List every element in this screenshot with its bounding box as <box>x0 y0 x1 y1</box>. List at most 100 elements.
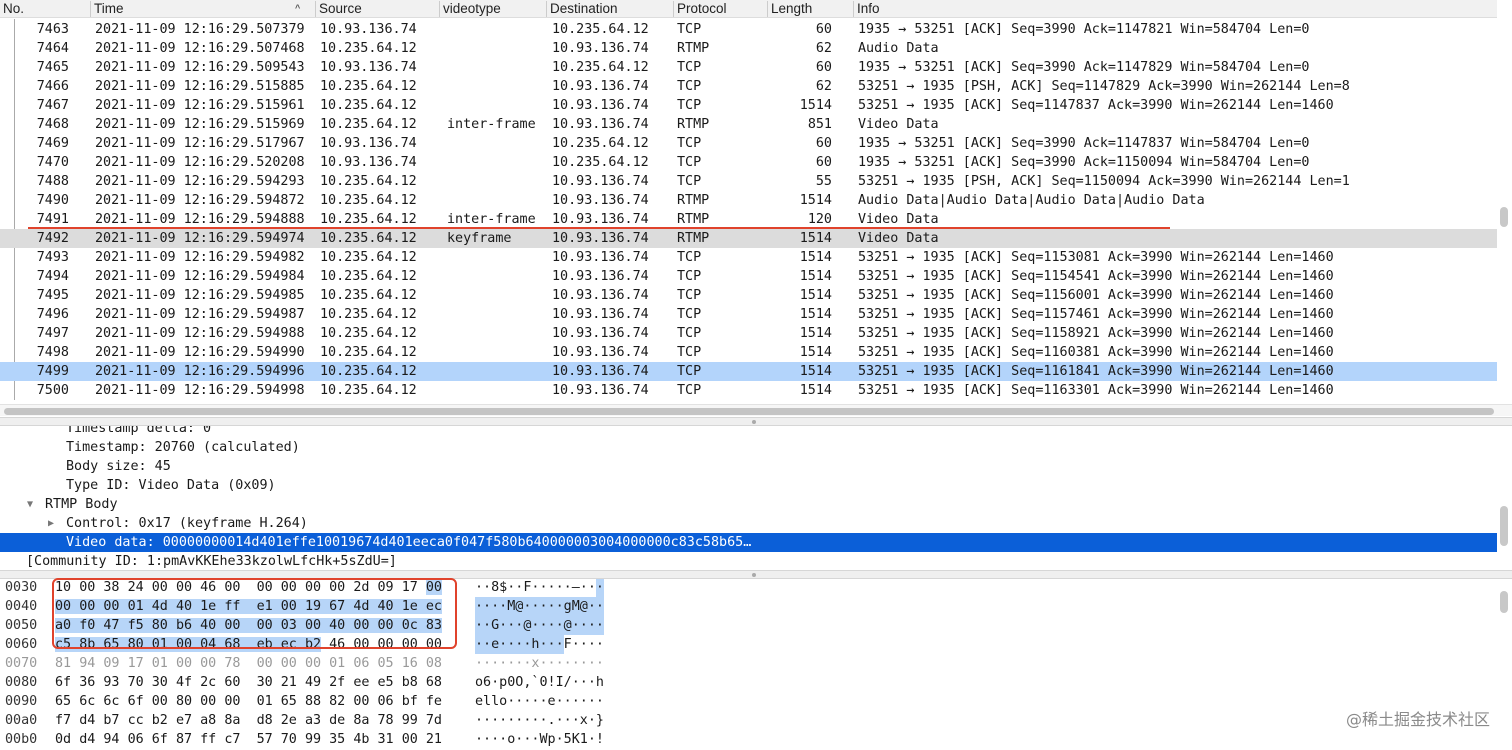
hex-byte[interactable]: 65 <box>281 694 297 709</box>
bytes-row[interactable]: 00b0 0d d4 94 06 6f 87 ff c7 57 70 99 35 … <box>0 730 1497 749</box>
packet-row[interactable]: 7493 2021-11-09 12:16:29.594982 10.235.64.… <box>0 248 1497 267</box>
hex-byte[interactable]: 2f <box>329 675 345 690</box>
hex-byte[interactable]: d4 <box>79 732 95 747</box>
packet-row[interactable]: 7469 2021-11-09 12:16:29.517967 10.93.136.… <box>0 134 1497 153</box>
hex-byte[interactable]: 65 <box>55 694 71 709</box>
hex-byte[interactable]: 0d <box>55 732 71 747</box>
packet-row[interactable]: 7490 2021-11-09 12:16:29.594872 10.235.64.… <box>0 191 1497 210</box>
ascii-bytes[interactable]: o6·p0O,`0!I/···h <box>475 673 604 692</box>
packet-list-scrollbar[interactable] <box>1500 207 1508 227</box>
ascii-bytes[interactable]: ello·····e······ <box>475 692 604 711</box>
column-no[interactable]: No. <box>0 1 24 17</box>
packet-row[interactable]: 7470 2021-11-09 12:16:29.520208 10.93.136.… <box>0 153 1497 172</box>
column-videotype[interactable]: videotype <box>439 1 501 17</box>
hex-bytes[interactable]: 6f 36 93 70 30 4f 2c 60 30 21 49 2f ee e… <box>55 673 442 692</box>
detail-row[interactable]: Video data: 00000000014d401effe10019674d… <box>0 533 1497 552</box>
packet-row[interactable]: 7500 2021-11-09 12:16:29.594998 10.235.64.… <box>0 381 1497 400</box>
hex-byte[interactable]: 6f <box>152 732 168 747</box>
hex-byte[interactable]: 00 <box>152 694 168 709</box>
packet-row[interactable]: 7468 2021-11-09 12:16:29.515969 10.235.64.… <box>0 115 1497 134</box>
column-length[interactable]: Length <box>767 1 812 17</box>
column-protocol[interactable]: Protocol <box>673 1 727 17</box>
hex-byte[interactable]: 01 <box>257 694 273 709</box>
hex-byte[interactable]: 93 <box>103 675 119 690</box>
hex-byte[interactable]: 87 <box>176 732 192 747</box>
ascii-bytes[interactable]: ·······x········ <box>475 654 604 673</box>
details-scrollbar[interactable] <box>1500 506 1508 546</box>
hex-byte[interactable]: a8 <box>200 713 216 728</box>
bytes-row[interactable]: 0080 6f 36 93 70 30 4f 2c 60 30 21 49 2f … <box>0 673 1497 692</box>
hex-byte[interactable]: 8a <box>224 713 240 728</box>
expanded-triangle-icon[interactable]: ▼ <box>27 495 33 514</box>
hex-byte[interactable]: 88 <box>305 694 321 709</box>
hex-byte[interactable]: 68 <box>426 675 442 690</box>
packet-row[interactable]: 7465 2021-11-09 12:16:29.509543 10.93.136.… <box>0 58 1497 77</box>
hex-byte[interactable]: e5 <box>378 675 394 690</box>
hex-byte[interactable]: 01 <box>329 656 345 671</box>
detail-row[interactable]: ▶ Control: 0x17 (keyframe H.264) <box>0 514 1497 533</box>
pane-splitter[interactable] <box>0 417 1512 426</box>
hex-byte[interactable]: 30 <box>152 675 168 690</box>
hex-bytes[interactable]: 0d d4 94 06 6f 87 ff c7 57 70 99 35 4b 3… <box>55 730 442 749</box>
ascii-bytes[interactable]: ··e····h···F···· <box>475 635 604 654</box>
hex-byte[interactable]: fe <box>426 694 442 709</box>
hex-byte[interactable]: 09 <box>103 656 119 671</box>
hex-byte[interactable]: 16 <box>402 656 418 671</box>
hex-byte[interactable]: 00 <box>281 656 297 671</box>
collapsed-triangle-icon[interactable]: ▶ <box>48 514 54 533</box>
column-destination[interactable]: Destination <box>546 1 618 17</box>
hex-byte[interactable]: cc <box>128 713 144 728</box>
hex-byte[interactable]: 4f <box>176 675 192 690</box>
packet-row[interactable]: 7499 2021-11-09 12:16:29.594996 10.235.64.… <box>0 362 1497 381</box>
hex-byte[interactable]: 00 <box>402 732 418 747</box>
hex-byte[interactable]: 00 <box>224 694 240 709</box>
hex-byte[interactable]: 82 <box>329 694 345 709</box>
packet-list-hscrollbar[interactable] <box>0 404 1512 416</box>
hex-byte[interactable]: 35 <box>329 732 345 747</box>
detail-row[interactable]: Timestamp delta: 0 <box>0 426 1497 438</box>
hex-byte[interactable]: 17 <box>128 656 144 671</box>
packet-row[interactable]: 7494 2021-11-09 12:16:29.594984 10.235.64.… <box>0 267 1497 286</box>
hex-byte[interactable]: 6f <box>128 694 144 709</box>
ascii-bytes[interactable]: ····M@·····gM@·· <box>475 597 604 616</box>
hex-byte[interactable]: 8a <box>353 713 369 728</box>
packet-row[interactable]: 7464 2021-11-09 12:16:29.507468 10.235.64.… <box>0 39 1497 58</box>
hex-byte[interactable]: e7 <box>176 713 192 728</box>
hex-byte[interactable]: 49 <box>305 675 321 690</box>
packet-row[interactable]: 7496 2021-11-09 12:16:29.594987 10.235.64.… <box>0 305 1497 324</box>
hex-byte[interactable]: 78 <box>378 713 394 728</box>
packet-row[interactable]: 7488 2021-11-09 12:16:29.594293 10.235.64.… <box>0 172 1497 191</box>
hex-byte[interactable]: 6c <box>103 694 119 709</box>
hex-byte[interactable]: c7 <box>224 732 240 747</box>
hex-bytes[interactable]: 81 94 09 17 01 00 00 78 00 00 00 01 06 0… <box>55 654 442 673</box>
packet-row[interactable]: 7463 2021-11-09 12:16:29.507379 10.93.136.… <box>0 20 1497 39</box>
detail-row[interactable]: Body size: 45 <box>0 457 1497 476</box>
bytes-row[interactable]: 0090 65 6c 6c 6f 00 80 00 00 01 65 88 82 … <box>0 692 1497 711</box>
hex-byte[interactable]: 7d <box>426 713 442 728</box>
detail-row[interactable]: Timestamp: 20760 (calculated) <box>0 438 1497 457</box>
hex-byte[interactable]: 08 <box>426 656 442 671</box>
hex-byte[interactable]: 30 <box>257 675 273 690</box>
hex-byte[interactable]: de <box>329 713 345 728</box>
hex-byte[interactable]: 00 <box>257 656 273 671</box>
hex-byte[interactable]: 6c <box>79 694 95 709</box>
detail-row[interactable]: [Community ID: 1:pmAvKKEhe33kzolwLfcHk+5… <box>0 552 1497 571</box>
hex-byte[interactable]: 60 <box>224 675 240 690</box>
hex-byte[interactable]: 99 <box>305 732 321 747</box>
hex-byte[interactable]: a3 <box>305 713 321 728</box>
hex-byte[interactable]: 21 <box>426 732 442 747</box>
packet-row[interactable]: 7467 2021-11-09 12:16:29.515961 10.235.64.… <box>0 96 1497 115</box>
hex-byte[interactable]: 70 <box>281 732 297 747</box>
hex-byte[interactable]: b2 <box>152 713 168 728</box>
column-source[interactable]: Source <box>315 1 362 17</box>
hex-byte[interactable]: 78 <box>224 656 240 671</box>
hex-byte[interactable]: ff <box>200 732 216 747</box>
hex-byte[interactable]: 00 <box>176 656 192 671</box>
bytes-row[interactable]: 00a0 f7 d4 b7 cc b2 e7 a8 8a d8 2e a3 de … <box>0 711 1497 730</box>
hex-byte[interactable]: 2e <box>281 713 297 728</box>
hex-byte[interactable]: d8 <box>257 713 273 728</box>
hex-byte[interactable]: 81 <box>55 656 71 671</box>
hex-byte[interactable]: 01 <box>152 656 168 671</box>
hex-byte[interactable]: 6f <box>55 675 71 690</box>
hex-byte[interactable]: 94 <box>79 656 95 671</box>
